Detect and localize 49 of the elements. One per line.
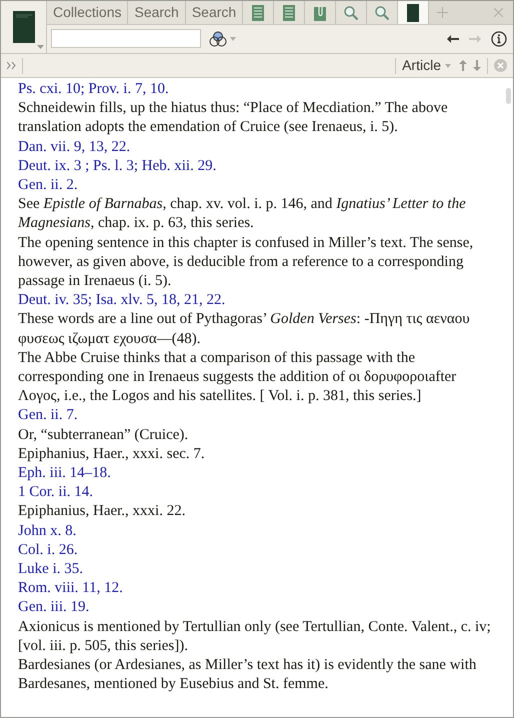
footnote-text: The Abbe Cruise thinks that a comparison of this passage with the corresponding one in Irenaeus suggests the addition of οι δορυφοροιafter Λογος, i.e., the Logos and his satellites. [ Vol. i. p. 381, this series.] [18, 348, 458, 406]
scrollbar-thumb[interactable] [506, 88, 510, 104]
footnote-text: Schneidewin fills, up the hiatus thus: “Place of Mecdiation.” The above translation adopts the emendation of Cruice (see Irenaeus, i. 5). [18, 99, 449, 138]
scripture-link[interactable]: Gen. ii. 2. [18, 176, 493, 196]
tab[interactable]: Collections [47, 1, 128, 24]
down-arrow-icon[interactable] [473, 60, 481, 71]
footnote-text: Bardesianes (or Ardesianes, as Miller’s text has it) is evidently the sane with Bardesanes, mentioned by Eusebius and St. femme. [18, 656, 478, 694]
footnote-text: Axionicus is mentioned by Tertullian only (see Tertullian, Conte. Valent., c. iv; [vol. iii. p. 505, this series]). [18, 618, 492, 656]
document-icon [282, 4, 296, 22]
tab[interactable] [398, 1, 430, 24]
scripture-link[interactable]: Dan. vii. 9, 13, 22. [18, 138, 493, 157]
clipped-page-icon [313, 4, 328, 22]
scripture-link[interactable]: Gen. iii. 19. [18, 598, 493, 618]
scripture-link[interactable]: Rom. viii. 11, 12. [18, 579, 493, 598]
scripture-link[interactable]: Luke i. 35. [18, 560, 493, 580]
back-arrow-icon[interactable] [447, 34, 459, 42]
footnote-text: See Epistle of Barnabas, chap. xv. vol. i. p. 146, and Ignatius’ Letter to the Magnesians, chap. ix. p. 63, this series. [18, 195, 467, 234]
caret-icon[interactable] [230, 36, 236, 40]
article-dropdown[interactable]: Article [402, 55, 451, 76]
plus-icon[interactable] [437, 7, 448, 18]
footnote-text: Epiphanius, Haer., xxxi. 22. [18, 502, 186, 522]
scripture-link[interactable]: Ps. cxi. 10; Prov. i. 7, 10. [18, 80, 493, 100]
tab[interactable]: Search [128, 1, 186, 24]
footnote-text: These words are a line out of Pythagoras’ Golden Verses: -Πηγη τις αεναου φυσεως ιζωματ εχουσα—(48). [18, 310, 471, 349]
close-circle-icon[interactable] [494, 59, 507, 72]
footnote-text: Or, “subterranean” (Cruice). [18, 426, 190, 445]
footnote-text: The opening sentence in this chapter is confused in Miller’s text. The sense, however, as given above, is deducible from a reference to a corresponding passage in Irenaeus (i. 5). [18, 234, 474, 292]
scripture-link[interactable]: Eph. iii. 14–18. [18, 464, 493, 484]
scripture-link[interactable]: 1 Cor. ii. 14. [18, 483, 493, 502]
caret-icon [445, 64, 451, 68]
book-icon [407, 4, 420, 22]
caret-icon [37, 45, 44, 49]
scripture-link[interactable]: John x. 8. [18, 522, 493, 541]
footnote-text: Epiphanius, Haer., xxxi. sec. 7. [18, 444, 206, 464]
tab[interactable]: Search [186, 1, 244, 24]
book-cover-icon [12, 11, 34, 43]
scripture-link[interactable]: Col. i. 26. [18, 540, 493, 560]
search-field[interactable] [51, 29, 201, 48]
expand-chevrons-icon[interactable] [7, 62, 16, 69]
scripture-link[interactable]: Gen. ii. 7. [18, 406, 493, 426]
document-icon [251, 4, 266, 22]
scripture-link[interactable]: Deut. ix. 3 ; Ps. l. 3; Heb. xii. 29. [18, 156, 493, 176]
venn-diagram-icon[interactable] [209, 30, 227, 46]
close-icon[interactable] [494, 8, 503, 17]
search-icon [343, 4, 360, 20]
up-arrow-icon[interactable] [459, 60, 467, 71]
info-icon[interactable] [491, 30, 507, 46]
scripture-link[interactable]: Deut. iv. 35; Isa. xlv. 5, 18, 21, 22. [18, 291, 493, 310]
search-icon [374, 4, 390, 20]
